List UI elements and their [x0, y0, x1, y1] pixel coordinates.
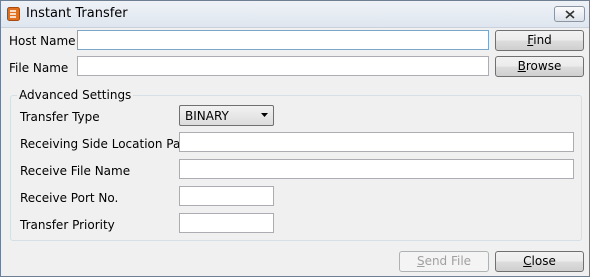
app-icon — [7, 7, 20, 21]
transfer-priority-label: Transfer Priority — [20, 218, 115, 232]
location-path-input[interactable] — [179, 132, 574, 152]
receive-port-label: Receive Port No. — [20, 191, 119, 205]
send-mnemonic: S — [416, 254, 425, 268]
close-mnemonic: C — [523, 254, 532, 268]
send-label-rest: end File — [424, 254, 472, 268]
browse-mnemonic: B — [517, 59, 526, 73]
send-file-button[interactable]: Send File — [399, 251, 489, 272]
transfer-priority-input[interactable] — [179, 213, 274, 233]
location-path-label: Receiving Side Location Path — [20, 137, 193, 151]
host-name-label: Host Name — [9, 34, 76, 48]
find-label-rest: ind — [533, 33, 552, 47]
receive-file-name-input[interactable] — [179, 159, 574, 179]
transfer-type-select[interactable]: BINARY — [179, 105, 274, 126]
window-title: Instant Transfer — [26, 6, 128, 21]
advanced-settings-legend: Advanced Settings — [17, 88, 134, 102]
instant-transfer-window: Instant Transfer Host Name Find File Nam… — [0, 0, 590, 277]
close-button[interactable]: Close — [495, 251, 584, 272]
receive-file-name-label: Receive File Name — [20, 164, 131, 178]
browse-button[interactable]: Browse — [495, 56, 584, 77]
receive-port-input[interactable] — [179, 186, 274, 206]
file-name-label: File Name — [9, 61, 69, 75]
file-name-input[interactable] — [77, 56, 489, 76]
title-bar[interactable]: Instant Transfer — [1, 1, 589, 28]
window-close-button[interactable] — [554, 6, 585, 22]
transfer-type-value: BINARY — [185, 109, 229, 123]
chevron-down-icon — [261, 113, 268, 117]
close-label-rest: lose — [531, 254, 556, 268]
close-icon — [565, 10, 575, 19]
transfer-type-label: Transfer Type — [20, 110, 100, 124]
host-name-input[interactable] — [77, 30, 489, 50]
find-button[interactable]: Find — [495, 30, 584, 51]
browse-label-rest: rowse — [525, 59, 562, 73]
